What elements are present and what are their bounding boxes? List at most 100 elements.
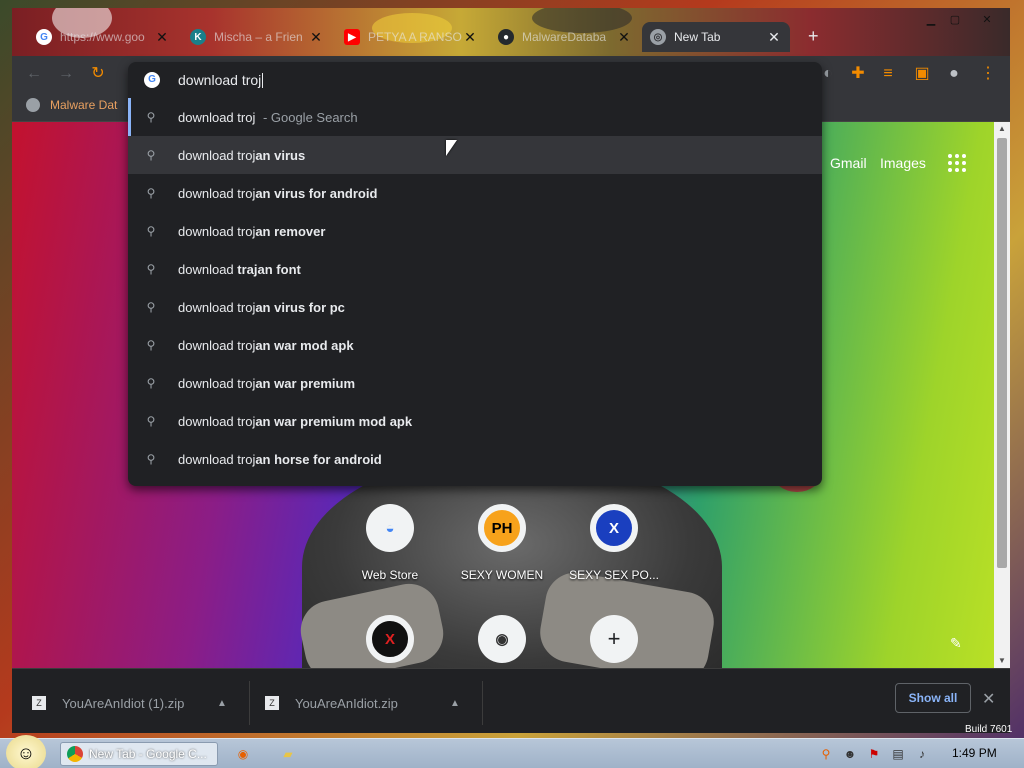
shortcut-tile-sexy-women[interactable]: PH SEXY WOMEN xyxy=(447,504,557,582)
tab-new-tab[interactable]: ◎ New Tab ✕ xyxy=(642,22,790,52)
globe-icon xyxy=(26,98,40,112)
vertical-scrollbar[interactable]: ▲ ▼ xyxy=(994,122,1010,668)
network-icon[interactable]: ▤ xyxy=(890,746,906,762)
search-icon[interactable]: ⚲ xyxy=(818,746,834,762)
download-filename: YouAreAnIdiot (1).zip xyxy=(62,695,185,711)
back-arrow-icon[interactable]: ← xyxy=(22,62,46,86)
omnibox-input[interactable]: G download troj xyxy=(128,62,822,98)
close-icon[interactable]: ✕ xyxy=(982,689,995,709)
suggestion-prefix: download troj xyxy=(178,299,256,315)
profile-avatar-icon[interactable]: ● xyxy=(942,62,966,86)
add-icon: + xyxy=(590,615,638,663)
media-queue-icon[interactable]: ≡ xyxy=(876,62,900,86)
suggestion-completion: trajan font xyxy=(237,261,301,277)
download-item[interactable]: Z YouAreAnIdiot.zip ▲ xyxy=(265,681,465,725)
chevron-up-icon[interactable]: ▲ xyxy=(445,698,465,709)
add-shortcut-button[interactable]: + xyxy=(559,615,669,663)
images-link[interactable]: Images xyxy=(880,155,926,171)
chevron-up-icon[interactable]: ▲ xyxy=(212,698,232,709)
omnibox-typed-text: download troj xyxy=(178,71,262,88)
omnibox-suggestion[interactable]: ⚲ download troj an virus for android xyxy=(128,174,822,212)
tab-malwaredatabase[interactable]: ● MalwareDataba ✕ xyxy=(490,22,640,52)
shortcut-label: SEXY SEX PO... xyxy=(569,568,659,582)
apps-grid-icon[interactable] xyxy=(948,154,966,172)
start-button[interactable]: ☺ xyxy=(6,735,46,768)
suggestion-prefix: download troj xyxy=(178,375,256,391)
tab-mischa[interactable]: K Mischa – a Frien ✕ xyxy=(182,22,332,52)
customize-pencil-icon[interactable]: ✎ xyxy=(950,635,962,652)
x-red-icon: X xyxy=(366,615,414,663)
bookmark-item[interactable]: Malware Dat xyxy=(26,98,117,112)
webstore-icon: ◒ xyxy=(366,504,414,552)
menu-kebab-icon[interactable]: ⋮ xyxy=(976,62,1000,86)
scroll-up-arrow-icon[interactable]: ▲ xyxy=(994,122,1010,136)
close-icon[interactable]: ✕ xyxy=(616,29,632,46)
taskbar-window-title: New Tab - Google C... xyxy=(89,747,207,761)
omnibox-suggestion[interactable]: ⚲ download troj - Google Search xyxy=(128,98,822,136)
omnibox-suggestion[interactable]: ⚲ download troj an war premium xyxy=(128,364,822,402)
tab-google-search[interactable]: G https://www.goo ✕ xyxy=(28,22,178,52)
search-icon: ⚲ xyxy=(146,338,156,352)
search-icon: ⚲ xyxy=(146,224,156,238)
scrollbar-thumb[interactable] xyxy=(997,138,1007,568)
taskbar-chrome-window[interactable]: New Tab - Google C... xyxy=(60,742,218,766)
shortcut-label: Web Store xyxy=(361,568,419,582)
shortcut-tile-panda[interactable]: ◉ xyxy=(447,615,557,663)
github-icon: ● xyxy=(498,29,514,45)
omnibox-text[interactable]: download troj xyxy=(178,71,264,89)
suggestion-completion: an war mod apk xyxy=(255,337,354,353)
suggestion-prefix: download troj xyxy=(178,337,256,353)
omnibox-suggestion[interactable]: ⚲ download troj an remover xyxy=(128,212,822,250)
close-icon[interactable]: ✕ xyxy=(308,29,324,46)
extensions-icon[interactable]: ✚ xyxy=(846,62,870,86)
volume-icon[interactable]: ♪ xyxy=(914,746,930,762)
search-icon: ⚲ xyxy=(146,300,156,314)
download-filename: YouAreAnIdiot.zip xyxy=(295,695,398,711)
close-window-button[interactable]: ✕ xyxy=(972,12,1002,28)
chrome-icon: ◎ xyxy=(650,29,666,45)
omnibox-suggestion[interactable]: ⚲ download troj an virus for pc xyxy=(128,288,822,326)
x-icon: X xyxy=(590,504,638,552)
close-icon[interactable]: ✕ xyxy=(462,29,478,46)
shortcut-tile-x-red[interactable]: X xyxy=(335,615,445,663)
suggestion-source: - Google Search xyxy=(259,109,358,125)
forward-arrow-icon[interactable]: → xyxy=(54,62,78,86)
text-caret xyxy=(262,73,264,89)
suggestion-prefix: download troj xyxy=(178,109,256,125)
k-icon: K xyxy=(190,29,206,45)
close-icon[interactable]: ✕ xyxy=(766,29,782,46)
new-tab-button[interactable]: + xyxy=(808,26,819,47)
suggestion-prefix: download troj xyxy=(178,147,256,163)
suggestion-prefix: download troj xyxy=(178,451,256,467)
tab-petya[interactable]: ▶ PETYA A RANSO ✕ xyxy=(336,22,486,52)
suggestion-prefix: download troj xyxy=(178,223,256,239)
suggestion-completion: an horse for android xyxy=(255,451,382,467)
search-icon: ⚲ xyxy=(146,376,156,390)
show-all-button[interactable]: Show all xyxy=(895,683,971,713)
gmail-link[interactable]: Gmail xyxy=(830,155,867,171)
clock[interactable]: 1:49 PM xyxy=(952,746,997,760)
ph-icon: PH xyxy=(478,504,526,552)
folder-icon[interactable]: ▰ xyxy=(280,746,296,762)
omnibox-suggestion[interactable]: ⚲ download troj an horse for android xyxy=(128,440,822,478)
maximize-button[interactable]: ▢ xyxy=(940,12,970,28)
omnibox-suggestion[interactable]: ⚲ download troj an war mod apk xyxy=(128,326,822,364)
suggestion-completion: an remover xyxy=(255,223,326,239)
download-item[interactable]: Z YouAreAnIdiot (1).zip ▲ xyxy=(32,681,232,725)
smiley-tray-icon[interactable]: ☻ xyxy=(842,746,858,762)
omnibox-suggestion[interactable]: ⚲ download troj an war premium mod apk xyxy=(128,402,822,440)
reload-icon[interactable]: ↻ xyxy=(86,62,110,86)
scroll-down-arrow-icon[interactable]: ▼ xyxy=(994,654,1010,668)
firefox-icon[interactable]: ◉ xyxy=(235,746,251,762)
tab-strip: G https://www.goo ✕ K Mischa – a Frien ✕… xyxy=(12,8,1010,56)
sidepanel-icon[interactable]: ▣ xyxy=(910,62,934,86)
omnibox-suggestion[interactable]: ⚲ download trajan font xyxy=(128,250,822,288)
shortcut-tile-sexy-sex-po[interactable]: X SEXY SEX PO... xyxy=(559,504,669,582)
close-icon[interactable]: ✕ xyxy=(154,29,170,46)
search-icon: ⚲ xyxy=(146,110,156,124)
omnibox-suggestion[interactable]: ⚲ download troj an virus xyxy=(128,136,822,174)
flag-alert-icon[interactable]: ⚑ xyxy=(866,746,882,762)
shortcut-tile-web-store[interactable]: ◒ Web Store xyxy=(335,504,445,582)
suggestion-completion: an war premium xyxy=(255,375,356,391)
shortcut-label: SEXY WOMEN xyxy=(460,568,544,582)
